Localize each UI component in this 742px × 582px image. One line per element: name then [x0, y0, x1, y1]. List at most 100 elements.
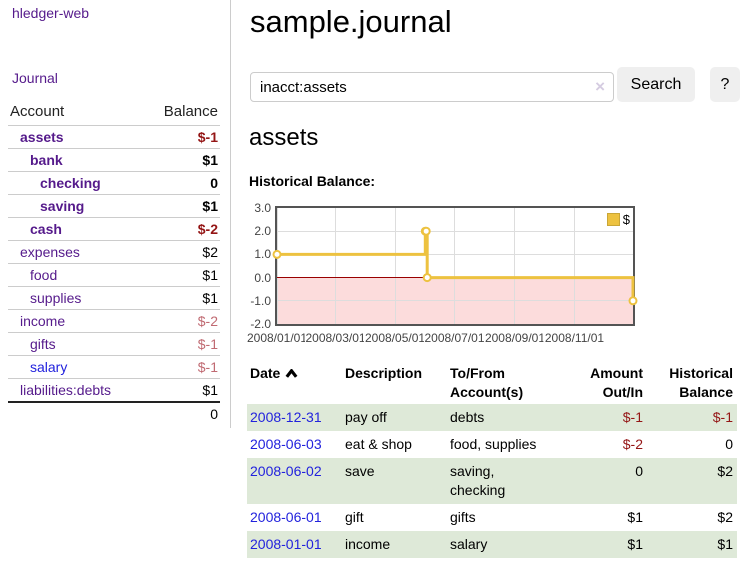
transaction-date-link[interactable]: 2008-01-01 — [250, 536, 322, 552]
transaction-date-link[interactable]: 2008-06-02 — [250, 463, 322, 479]
register-cell-description: save — [342, 458, 447, 504]
account-row: checking0 — [8, 172, 220, 195]
register-cell-amount: $1 — [557, 504, 647, 531]
account-link[interactable]: gifts — [8, 333, 144, 356]
accounts-header-balance: Balance — [144, 100, 220, 126]
account-balance: $1 — [144, 195, 220, 218]
account-balance: $-1 — [144, 356, 220, 379]
account-row: liabilities:debts$1 — [8, 379, 220, 403]
account-link[interactable]: checking — [8, 172, 144, 195]
account-link[interactable]: cash — [8, 218, 144, 241]
x-axis-tick-label: 2008/05/01 — [364, 331, 426, 345]
account-link[interactable]: salary — [8, 356, 144, 379]
account-balance: 0 — [144, 172, 220, 195]
app-brand-link[interactable]: hledger-web — [12, 5, 89, 21]
register-cell-amount: $-2 — [557, 431, 647, 458]
register-cell-amount: $1 — [557, 531, 647, 558]
register-row: 2008-06-01 giftgifts$1$2 — [247, 504, 737, 531]
hledger-web-app: hledger-web Journal Account Balance asse… — [0, 0, 742, 582]
search-input[interactable] — [251, 73, 613, 101]
accounts-table-body: assets$-1bank$1checking0saving$1cash$-2e… — [8, 126, 220, 403]
balance-series — [277, 208, 633, 324]
sidebar: hledger-web Journal Account Balance asse… — [0, 0, 231, 428]
account-row: salary$-1 — [8, 356, 220, 379]
y-axis-tick-label: 3.0 — [247, 201, 271, 215]
accounts-total-row: 0 — [8, 402, 220, 425]
accounts-total-spacer — [8, 402, 144, 425]
register-cell-description: income — [342, 531, 447, 558]
register-cell-balance: $2 — [647, 504, 737, 531]
y-axis-tick-label: -1.0 — [247, 294, 271, 308]
account-balance: $-2 — [144, 310, 220, 333]
register-header-balance: Historical Balance — [647, 362, 737, 404]
transaction-date-link[interactable]: 2008-06-01 — [250, 509, 322, 525]
help-button[interactable]: ? — [710, 67, 740, 102]
account-link[interactable]: saving — [8, 195, 144, 218]
register-header-description: Description — [342, 362, 447, 404]
account-link[interactable]: liabilities:debts — [8, 379, 144, 403]
account-row: assets$-1 — [8, 126, 220, 149]
transaction-date-link[interactable]: 2008-12-31 — [250, 409, 322, 425]
data-point-marker — [424, 274, 431, 281]
register-row: 2008-06-02savesaving, checking0$2 — [247, 458, 737, 504]
register-cell-accounts: gifts — [447, 504, 557, 531]
register-cell-balance: 0 — [647, 431, 737, 458]
account-balance: $1 — [144, 149, 220, 172]
account-row: supplies$1 — [8, 287, 220, 310]
data-point-marker — [630, 297, 637, 304]
account-link[interactable]: bank — [8, 149, 144, 172]
register-cell-balance: $-1 — [647, 404, 737, 431]
clear-search-icon[interactable]: × — [595, 77, 605, 97]
account-balance: $1 — [144, 287, 220, 310]
register-cell-description: eat & shop — [342, 431, 447, 458]
account-balance: $-2 — [144, 218, 220, 241]
register-row: 2008-01-01incomesalary$1$1 — [247, 531, 737, 558]
account-link[interactable]: expenses — [8, 241, 144, 264]
account-row: gifts$-1 — [8, 333, 220, 356]
register-cell-amount: 0 — [557, 458, 647, 504]
register-cell-date: 2008-06-01 — [247, 504, 342, 531]
data-point-marker — [274, 251, 281, 258]
register-cell-description: gift — [342, 504, 447, 531]
account-heading: assets — [249, 124, 318, 152]
y-axis-tick-label: -2.0 — [247, 317, 271, 331]
register-cell-accounts: debts — [447, 404, 557, 431]
search-button[interactable]: Search — [617, 67, 695, 102]
accounts-header-account: Account — [8, 100, 144, 126]
register-cell-date: 2008-01-01 — [247, 531, 342, 558]
accounts-total-value: 0 — [144, 402, 220, 425]
account-balance: $-1 — [144, 126, 220, 149]
sidebar-item-journal[interactable]: Journal — [12, 70, 58, 86]
register-header-row: Date Description To/From Account(s) Amou… — [247, 362, 737, 404]
page-title: sample.journal — [250, 4, 452, 40]
historical-balance-chart: $ 3.02.01.00.0-1.0-2.02008/01/012008/03/… — [247, 200, 742, 350]
account-balance: $1 — [144, 379, 220, 403]
account-balance: $2 — [144, 241, 220, 264]
transaction-date-link[interactable]: 2008-06-03 — [250, 436, 322, 452]
register-cell-accounts: salary — [447, 531, 557, 558]
register-header-accounts: To/From Account(s) — [447, 362, 557, 404]
sort-up-icon — [285, 369, 298, 378]
account-link[interactable]: assets — [8, 126, 144, 149]
search-box: × — [250, 72, 614, 102]
register-header-amount: Amount Out/In — [557, 362, 647, 404]
account-balance: $-1 — [144, 333, 220, 356]
y-axis-tick-label: 0.0 — [247, 271, 271, 285]
y-axis-tick-label: 2.0 — [247, 224, 271, 238]
search-row: × Search ? — [247, 67, 742, 103]
x-axis-tick-label: 2008/01/01 — [246, 331, 308, 345]
x-axis-tick-label: 2008/07/01 — [423, 331, 485, 345]
account-link[interactable]: supplies — [8, 287, 144, 310]
account-balance: $1 — [144, 264, 220, 287]
account-link[interactable]: food — [8, 264, 144, 287]
register-cell-date: 2008-06-03 — [247, 431, 342, 458]
account-row: cash$-2 — [8, 218, 220, 241]
register-table: Date Description To/From Account(s) Amou… — [247, 362, 737, 558]
register-header-date[interactable]: Date — [247, 362, 342, 404]
x-axis-tick-label: 2008/11/01 — [544, 331, 605, 345]
main-content: sample.journal × Search ? assets Histori… — [247, 0, 742, 582]
register-cell-balance: $1 — [647, 531, 737, 558]
account-link[interactable]: income — [8, 310, 144, 333]
x-axis-tick-label: 2008/03/01 — [304, 331, 366, 345]
account-row: food$1 — [8, 264, 220, 287]
